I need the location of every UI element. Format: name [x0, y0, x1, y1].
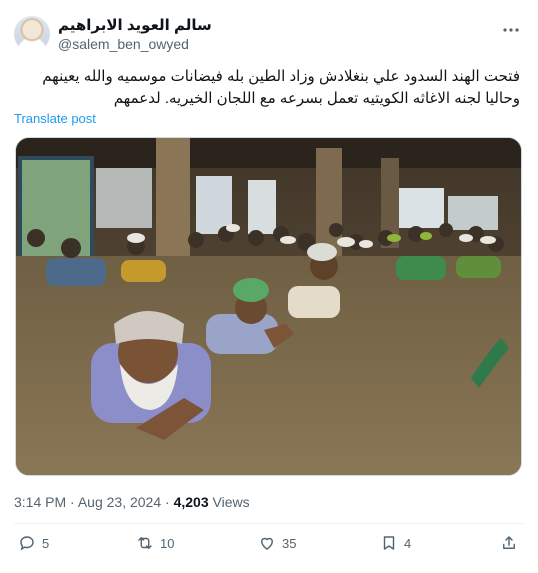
bookmark-icon	[383, 536, 395, 550]
tweet-meta: 3:14 PM · Aug 23, 2024 · 4,203 Views	[14, 494, 250, 510]
reply-button[interactable]: 5	[18, 534, 49, 552]
avatar[interactable]	[14, 16, 50, 52]
repost-icon	[138, 537, 152, 549]
meta-separator: ·	[165, 494, 170, 510]
bookmark-button[interactable]: 4	[380, 534, 411, 552]
translate-post-link[interactable]: Translate post	[14, 111, 96, 126]
post-time[interactable]: 3:14 PM	[14, 494, 66, 510]
meta-separator: ·	[70, 494, 75, 510]
reply-count: 5	[42, 535, 50, 551]
tweet-text: فتحت الهند السدود علي بنغلادش وزاد الطين…	[14, 66, 520, 110]
share-button[interactable]	[500, 534, 518, 552]
reply-icon	[20, 536, 34, 551]
repost-count: 10	[160, 535, 175, 551]
tweet-header: سالم العويد الابراهيم @salem_ben_owyed	[14, 14, 524, 54]
action-bar: 5 10 35 4	[14, 534, 524, 558]
views-count: 4,203	[173, 494, 209, 510]
bookmark-count: 4	[404, 535, 412, 551]
author-display-name[interactable]: سالم العويد الابراهيم	[58, 16, 212, 34]
views-label: Views	[212, 494, 250, 510]
more-horizontal-icon[interactable]	[502, 20, 520, 38]
like-button[interactable]: 35	[258, 534, 296, 552]
flood-prayer-photo	[16, 138, 521, 475]
tweet-text-line: وحاليا لجنه الاغاثه الكويتيه تعمل بسرعه …	[113, 90, 520, 107]
repost-button[interactable]: 10	[136, 534, 174, 552]
tweet-photo[interactable]	[15, 137, 522, 476]
post-date[interactable]: Aug 23, 2024	[78, 494, 161, 510]
divider	[14, 523, 524, 524]
tweet-text-line: فتحت الهند السدود علي بنغلادش وزاد الطين…	[42, 68, 520, 85]
like-count: 35	[282, 535, 297, 551]
heart-icon	[261, 537, 273, 550]
share-icon	[503, 536, 515, 549]
author-handle[interactable]: @salem_ben_owyed	[58, 36, 189, 52]
